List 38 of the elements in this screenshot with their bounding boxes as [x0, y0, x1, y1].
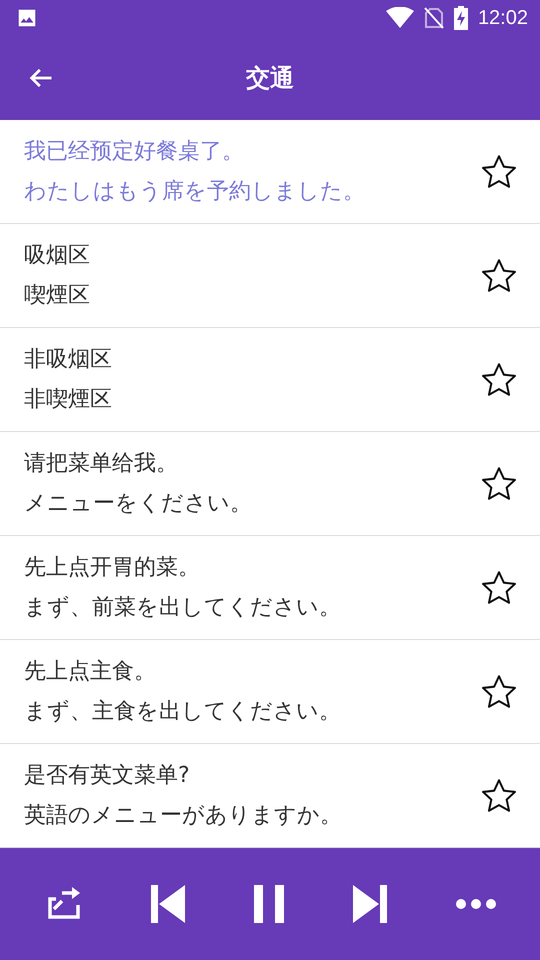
chinese-text: 请把菜单给我。	[24, 450, 179, 478]
no-sim-icon	[424, 7, 444, 29]
star-icon[interactable]	[480, 674, 518, 710]
star-icon[interactable]	[480, 466, 518, 502]
image-icon	[16, 7, 38, 29]
phrase-item[interactable]: 吸烟区 喫煙区	[0, 224, 540, 328]
star-icon[interactable]	[480, 362, 518, 398]
battery-charging-icon	[454, 6, 468, 30]
wifi-icon	[386, 7, 414, 29]
pause-icon[interactable]	[254, 885, 284, 923]
screen-title: 交通	[246, 63, 294, 94]
phrase-item[interactable]: 非吸烟区 非喫煙区	[0, 328, 540, 432]
status-time: 12:02	[478, 6, 528, 30]
phrase-item[interactable]: 先上点主食。 まず、主食を出してください。	[0, 640, 540, 744]
japanese-text: まず、主食を出してください。	[24, 698, 342, 726]
repeat-icon[interactable]	[46, 887, 82, 921]
star-icon[interactable]	[480, 570, 518, 606]
phrase-item[interactable]: 我已经预定好餐桌了。 わたしはもう席を予約しました。	[0, 120, 540, 224]
chinese-text: 先上点主食。	[24, 658, 157, 686]
star-icon[interactable]	[480, 258, 518, 294]
phrase-item[interactable]: 请把菜单给我。 メニューをください。	[0, 432, 540, 536]
previous-icon[interactable]	[151, 885, 185, 923]
japanese-text: 喫煙区	[24, 282, 91, 310]
more-icon[interactable]	[456, 899, 496, 909]
phrase-item[interactable]: 先上点开胃的菜。 まず、前菜を出してください。	[0, 536, 540, 640]
star-icon[interactable]	[480, 778, 518, 814]
chinese-text: 先上点开胃的菜。	[24, 554, 201, 582]
chinese-text: 非吸烟区	[24, 346, 113, 374]
japanese-text: 英語のメニューがありますか。	[24, 802, 343, 830]
next-icon[interactable]	[353, 885, 387, 923]
japanese-text: 非喫煙区	[24, 386, 113, 414]
chinese-text: 吸烟区	[24, 242, 91, 270]
japanese-text: わたしはもう席を予約しました。	[24, 178, 366, 206]
chinese-text: 我已经预定好餐桌了。	[24, 138, 245, 166]
japanese-text: メニューをください。	[24, 490, 253, 518]
chinese-text: 是否有英文菜单?	[24, 762, 191, 790]
japanese-text: まず、前菜を出してください。	[24, 594, 342, 622]
star-icon[interactable]	[480, 154, 518, 190]
